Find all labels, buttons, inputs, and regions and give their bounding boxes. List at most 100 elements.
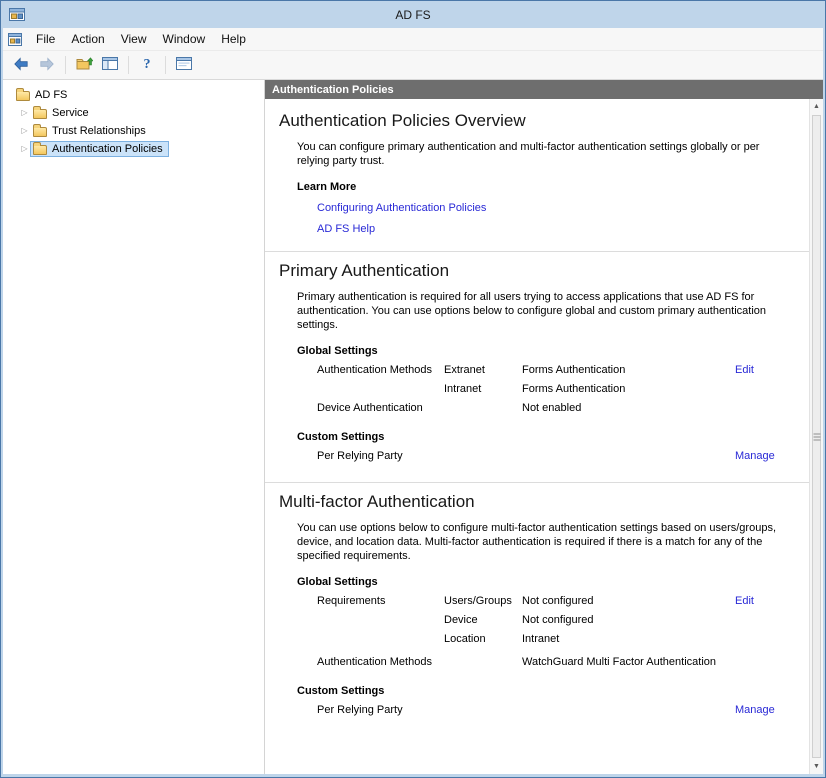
tree-item-trust-relationships[interactable]: ▷ Trust Relationships — [3, 122, 264, 140]
toolbar-separator — [165, 56, 166, 74]
tree-item-adfs[interactable]: AD FS — [3, 86, 264, 104]
toolbar: ? — [3, 51, 823, 80]
window-title: AD FS — [3, 8, 823, 22]
mfa-description: You can use options below to configure m… — [297, 521, 787, 563]
setting-label — [317, 611, 444, 630]
forward-button[interactable] — [35, 54, 59, 77]
mfa-title: Multi-factor Authentication — [279, 492, 795, 512]
setting-value: Forms Authentication — [522, 380, 735, 399]
tree-item-label: AD FS — [35, 89, 67, 101]
overview-description: You can configure primary authentication… — [297, 140, 787, 168]
toolbar-separator — [128, 56, 129, 74]
tree-item-label: Authentication Policies — [52, 143, 163, 155]
empty-action — [735, 653, 795, 672]
tree-item-service[interactable]: ▷ Service — [3, 104, 264, 122]
empty-action — [735, 630, 795, 649]
folder-icon — [33, 145, 47, 155]
show-console-tree-button[interactable] — [98, 54, 122, 77]
tree-item-label: Service — [52, 107, 89, 119]
setting-scope: Extranet — [444, 361, 522, 380]
console-body: File Action View Window Help — [3, 28, 823, 774]
new-window-icon — [176, 57, 192, 73]
mfa-row-requirements: Requirements Users/Groups Not configured… — [317, 592, 795, 611]
setting-scope — [444, 653, 522, 672]
empty-action — [735, 611, 795, 630]
primary-global-settings-label: Global Settings — [297, 345, 795, 357]
setting-value: Forms Authentication — [522, 361, 735, 380]
setting-label: Authentication Methods — [317, 653, 444, 672]
setting-scope — [444, 399, 522, 418]
new-window-button[interactable] — [172, 54, 196, 77]
expander-icon[interactable]: ▷ — [19, 145, 30, 153]
mfa-row-authentication-methods: Authentication Methods WatchGuard Multi … — [317, 653, 795, 672]
expander-icon[interactable]: ▷ — [19, 127, 30, 135]
details-content: Authentication Policies Overview You can… — [265, 99, 809, 774]
setting-label — [317, 630, 444, 649]
primary-authentication-description: Primary authentication is required for a… — [297, 290, 787, 332]
primary-custom-settings-label: Custom Settings — [297, 431, 795, 443]
primary-row-device-authentication: Device Authentication Not enabled — [317, 399, 795, 418]
folder-icon — [33, 127, 47, 137]
primary-authentication-title: Primary Authentication — [279, 261, 795, 281]
link-adfs-help[interactable]: AD FS Help — [317, 223, 795, 235]
menu-window[interactable]: Window — [155, 29, 214, 49]
empty-action — [735, 380, 795, 399]
mfa-row-location: Location Intranet — [317, 630, 795, 649]
expander-icon[interactable]: ▷ — [19, 109, 30, 117]
back-button[interactable] — [9, 54, 33, 77]
mfa-manage-link[interactable]: Manage — [735, 701, 795, 720]
menu-view[interactable]: View — [113, 29, 155, 49]
tree-item-authentication-policies[interactable]: ▷ Authentication Policies — [3, 140, 264, 158]
setting-value: Not enabled — [522, 399, 735, 418]
toolbar-separator — [65, 56, 66, 74]
menu-file[interactable]: File — [28, 29, 63, 49]
folder-icon — [33, 109, 47, 119]
main-area: AD FS ▷ Service ▷ Trust Relationships — [3, 80, 823, 774]
folder-icon — [16, 91, 30, 101]
primary-row-intranet: Intranet Forms Authentication — [317, 380, 795, 399]
scroll-thumb-grip — [813, 436, 820, 437]
setting-label: Per Relying Party — [317, 447, 735, 466]
details-pane: Authentication Policies Authentication P… — [265, 80, 823, 774]
scroll-thumb[interactable] — [812, 115, 821, 758]
menu-help[interactable]: Help — [213, 29, 254, 49]
help-button[interactable]: ? — [135, 54, 159, 77]
setting-label: Per Relying Party — [317, 701, 735, 720]
help-icon: ? — [144, 57, 151, 73]
setting-scope: Users/Groups — [444, 592, 522, 611]
setting-value: Not configured — [522, 592, 735, 611]
primary-edit-link[interactable]: Edit — [735, 361, 795, 380]
adfs-console-window: AD FS File Action View Window Help — [0, 0, 826, 778]
setting-value: WatchGuard Multi Factor Authentication — [522, 653, 735, 672]
mfa-custom-settings-label: Custom Settings — [297, 685, 795, 697]
primary-manage-link[interactable]: Manage — [735, 447, 795, 466]
setting-value: Not configured — [522, 611, 735, 630]
empty-action — [735, 399, 795, 418]
mfa-edit-link[interactable]: Edit — [735, 592, 795, 611]
show-console-tree-icon — [102, 57, 118, 73]
vertical-scrollbar[interactable]: ▲ ▼ — [809, 99, 823, 774]
section-divider — [265, 482, 809, 483]
menu-bar: File Action View Window Help — [3, 28, 823, 51]
menu-action[interactable]: Action — [63, 29, 112, 49]
forward-icon — [39, 57, 55, 74]
setting-scope: Intranet — [444, 380, 522, 399]
primary-per-relying-party-row: Per Relying Party Manage — [317, 447, 795, 466]
overview-title: Authentication Policies Overview — [279, 111, 795, 131]
link-configuring-authentication-policies[interactable]: Configuring Authentication Policies — [317, 202, 795, 214]
back-icon — [13, 57, 29, 74]
setting-scope: Location — [444, 630, 522, 649]
console-window-icon — [8, 33, 22, 46]
scroll-down-arrow[interactable]: ▼ — [810, 759, 823, 774]
section-divider — [265, 251, 809, 252]
up-one-level-button[interactable] — [72, 54, 96, 77]
setting-label: Requirements — [317, 592, 444, 611]
setting-label: Device Authentication — [317, 399, 444, 418]
details-pane-header: Authentication Policies — [265, 80, 823, 99]
scroll-up-arrow[interactable]: ▲ — [810, 99, 823, 114]
learn-more-label: Learn More — [297, 181, 795, 193]
details-content-area: Authentication Policies Overview You can… — [265, 99, 823, 774]
setting-value: Intranet — [522, 630, 735, 649]
console-tree: AD FS ▷ Service ▷ Trust Relationships — [3, 80, 265, 774]
mmc-icon — [9, 7, 25, 22]
